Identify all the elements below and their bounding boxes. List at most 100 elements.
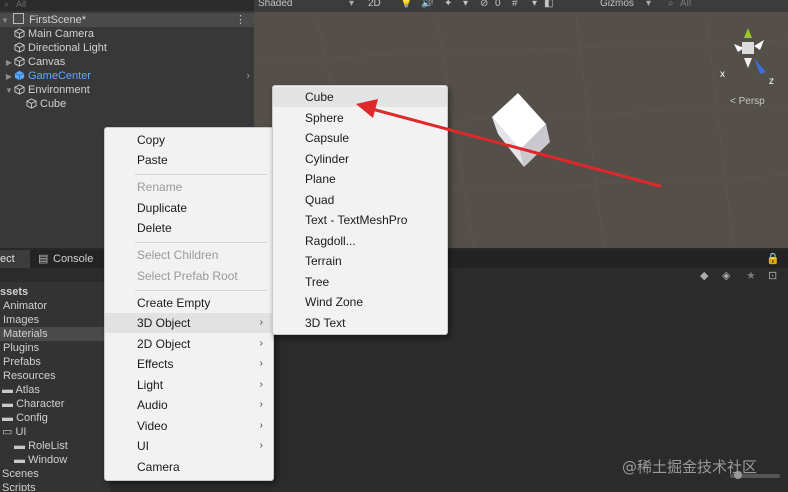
project-tree-item[interactable]: ▬ Config (0, 411, 48, 425)
menu-item-effects[interactable]: Effects › (105, 354, 273, 374)
submenu-item-wind-zone[interactable]: Wind Zone (273, 292, 447, 312)
favorite-star-icon[interactable]: ★ (746, 269, 756, 282)
menu-item-select-prefab-root: Select Prefab Root (105, 266, 273, 286)
submenu-item-cylinder[interactable]: Cylinder (273, 149, 447, 169)
menu-item-camera[interactable]: Camera (105, 457, 273, 477)
menu-item-duplicate[interactable]: Duplicate (105, 198, 273, 218)
lock-icon[interactable]: 🔒 (766, 252, 780, 265)
grid-toggle-icon[interactable]: # (512, 0, 518, 9)
tab-console[interactable]: Console (53, 253, 93, 265)
project-tree-item[interactable]: Images (0, 313, 39, 327)
project-tree-label: Resources (3, 370, 56, 382)
scene-cube[interactable] (492, 93, 550, 167)
project-tree-label: Config (16, 412, 48, 424)
hierarchy-item-label: Canvas (28, 56, 66, 68)
submenu-arrow-icon: › (259, 440, 263, 451)
audio-toggle-icon[interactable]: 🔊 (421, 0, 433, 9)
project-tree-label: Scenes (2, 468, 39, 480)
folder-icon: ▬ (2, 398, 17, 410)
project-tree-item-selected[interactable]: Materials (0, 327, 113, 341)
project-tree-label: Window (28, 454, 68, 466)
hierarchy-search-bar[interactable]: ⌕ All (0, 0, 254, 11)
folder-icon: ▬ (2, 412, 17, 424)
submenu-item-cube[interactable]: Cube (273, 87, 447, 107)
filter-by-label-icon[interactable]: ◈ (722, 269, 730, 282)
menu-item-delete[interactable]: Delete (105, 218, 273, 238)
project-tree-item[interactable]: Animator (0, 299, 47, 313)
effects-toggle-icon[interactable]: ✦ (444, 0, 452, 9)
menu-item-create-empty[interactable]: Create Empty (105, 293, 273, 313)
expand-arrow-icon[interactable]: ▼ (0, 14, 10, 28)
hidden-packages-icon[interactable]: ⊡ (768, 269, 777, 282)
scene-header-row[interactable]: ▼ FirstScene* ⋮ (0, 13, 254, 27)
filter-by-type-icon[interactable]: ◆ (700, 269, 708, 282)
gameobject-cube-icon (14, 84, 25, 95)
scene-search-icon[interactable]: ⌕ (668, 0, 674, 9)
gizmo-x-label: x (720, 69, 725, 80)
project-tree-item[interactable]: ▬ RoleList (0, 439, 68, 453)
persp-label[interactable]: < Persp (730, 96, 765, 107)
collapsed-arrow-icon[interactable]: ▶ (4, 70, 14, 84)
project-tree-item[interactable]: ▬ Window (0, 453, 67, 467)
menu-item-audio[interactable]: Audio › (105, 395, 273, 415)
project-tree-label: Prefabs (3, 356, 41, 368)
expand-arrow-icon[interactable]: ▼ (4, 84, 14, 98)
submenu-item-tree[interactable]: Tree (273, 272, 447, 292)
menu-item-label: Cube (305, 90, 334, 104)
2d-toggle-button[interactable]: 2D (368, 0, 381, 9)
more-options-icon[interactable]: ⋮ (235, 13, 246, 27)
collapsed-arrow-icon[interactable]: ▶ (4, 56, 14, 70)
menu-item-light[interactable]: Light › (105, 375, 273, 395)
menu-item-label: Select Prefab Root (137, 269, 238, 283)
project-tree-item[interactable]: ssets (0, 285, 28, 299)
project-tree-item[interactable]: Scenes (0, 467, 39, 481)
hierarchy-item-canvas[interactable]: ▶ Canvas (0, 55, 254, 69)
shading-dropdown[interactable]: Shaded (258, 0, 292, 9)
submenu-item-ragdoll[interactable]: Ragdoll... (273, 231, 447, 251)
tools-dropdown-arrow-icon[interactable]: ▾ (532, 0, 537, 9)
hierarchy-item-main-camera[interactable]: Main Camera (0, 27, 254, 41)
submenu-item-plane[interactable]: Plane (273, 169, 447, 189)
gameobject-cube-icon (26, 98, 37, 109)
hierarchy-item-cube[interactable]: Cube (0, 97, 254, 111)
submenu-item-3d-text[interactable]: 3D Text (273, 313, 447, 333)
project-tree-item[interactable]: Plugins (0, 341, 39, 355)
prefab-cube-icon (14, 70, 25, 81)
hierarchy-item-directional-light[interactable]: Directional Light (0, 41, 254, 55)
project-tree-label: Plugins (3, 342, 40, 354)
hidden-objects-icon[interactable]: ⊘ (480, 0, 488, 9)
camera-settings-icon[interactable]: ◧ (544, 0, 553, 9)
project-tree-item[interactable]: ▬ Atlas (0, 383, 40, 397)
gizmos-dropdown[interactable]: Gizmos (600, 0, 634, 9)
menu-item-3d-object[interactable]: 3D Object › (105, 313, 273, 333)
menu-item-label: Tree (305, 275, 330, 289)
menu-item-video[interactable]: Video › (105, 416, 273, 436)
scene-orientation-gizmo[interactable]: x z (714, 22, 788, 84)
project-tree-item[interactable]: ▭ UI (0, 425, 26, 439)
effects-dropdown-arrow-icon[interactable]: ▾ (463, 0, 468, 9)
submenu-item-quad[interactable]: Quad (273, 190, 447, 210)
gameobject-cube-icon (14, 56, 25, 67)
menu-item-label: Light (137, 378, 164, 392)
submenu-item-capsule[interactable]: Capsule (273, 128, 447, 148)
menu-item-2d-object[interactable]: 2D Object › (105, 334, 273, 354)
submenu-item-terrain[interactable]: Terrain (273, 251, 447, 271)
project-tree-item[interactable]: ▬ Character (0, 397, 64, 411)
menu-item-ui[interactable]: UI › (105, 436, 273, 456)
project-tree-item[interactable]: Scripts (0, 481, 36, 491)
hierarchy-item-environment[interactable]: ▼ Environment (0, 83, 254, 97)
submenu-arrow-icon: › (259, 358, 263, 369)
submenu-item-sphere[interactable]: Sphere (273, 108, 447, 128)
submenu-item-text-textmeshpro[interactable]: Text - TextMeshPro (273, 210, 447, 230)
tab-project[interactable]: ect (0, 250, 30, 268)
project-tree-item[interactable]: Resources (0, 369, 56, 383)
search-icon: ⌕ (4, 0, 10, 9)
project-tree-label: UI (15, 426, 27, 438)
project-tree-item[interactable]: Prefabs (0, 355, 41, 369)
menu-item-paste[interactable]: Paste (105, 150, 273, 170)
menu-item-copy[interactable]: Copy (105, 130, 273, 150)
hierarchy-item-gamecenter[interactable]: ▶ GameCenter › (0, 69, 254, 83)
menu-item-label: 3D Text (305, 316, 346, 330)
open-prefab-arrow-icon[interactable]: › (246, 69, 250, 83)
lighting-toggle-icon[interactable]: 💡 (400, 0, 412, 9)
